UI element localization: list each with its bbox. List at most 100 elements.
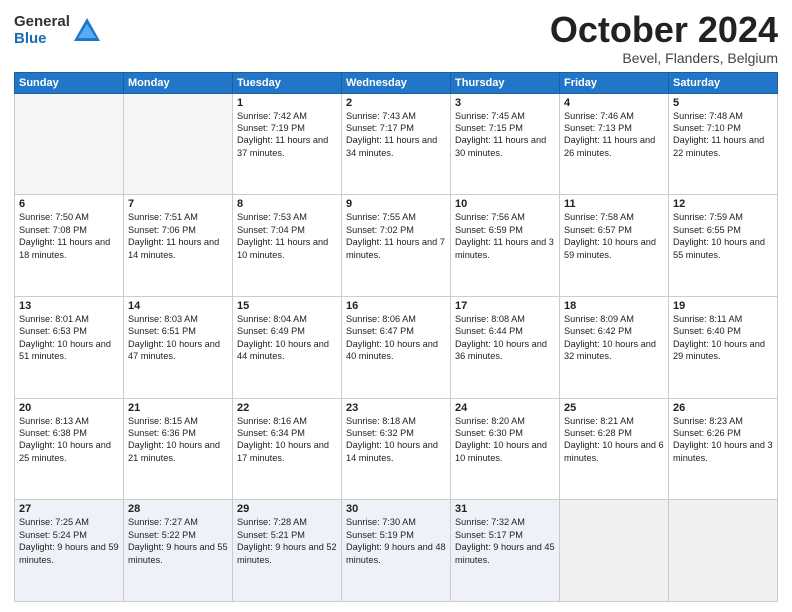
location: Bevel, Flanders, Belgium <box>550 50 778 66</box>
day-number: 31 <box>455 503 555 515</box>
day-info: Sunrise: 8:23 AMSunset: 6:26 PMDaylight:… <box>673 415 773 465</box>
calendar-day-cell: 30Sunrise: 7:30 AMSunset: 5:19 PMDayligh… <box>342 500 451 602</box>
day-info: Sunrise: 7:48 AMSunset: 7:10 PMDaylight:… <box>673 110 773 160</box>
calendar-week-row: 6Sunrise: 7:50 AMSunset: 7:08 PMDaylight… <box>15 195 778 297</box>
calendar-day-cell: 5Sunrise: 7:48 AMSunset: 7:10 PMDaylight… <box>669 93 778 195</box>
day-number: 11 <box>564 198 664 210</box>
day-info: Sunrise: 8:08 AMSunset: 6:44 PMDaylight:… <box>455 313 555 363</box>
day-number: 13 <box>19 300 119 312</box>
calendar-day-cell <box>560 500 669 602</box>
calendar-day-cell: 12Sunrise: 7:59 AMSunset: 6:55 PMDayligh… <box>669 195 778 297</box>
day-info: Sunrise: 7:58 AMSunset: 6:57 PMDaylight:… <box>564 211 664 261</box>
day-info: Sunrise: 7:46 AMSunset: 7:13 PMDaylight:… <box>564 110 664 160</box>
day-info: Sunrise: 7:43 AMSunset: 7:17 PMDaylight:… <box>346 110 446 160</box>
calendar-day-cell: 9Sunrise: 7:55 AMSunset: 7:02 PMDaylight… <box>342 195 451 297</box>
calendar-table: SundayMondayTuesdayWednesdayThursdayFrid… <box>14 72 778 602</box>
logo-blue: Blue <box>14 31 70 48</box>
day-number: 28 <box>128 503 228 515</box>
day-info: Sunrise: 8:18 AMSunset: 6:32 PMDaylight:… <box>346 415 446 465</box>
calendar-day-cell: 6Sunrise: 7:50 AMSunset: 7:08 PMDaylight… <box>15 195 124 297</box>
calendar-week-row: 27Sunrise: 7:25 AMSunset: 5:24 PMDayligh… <box>15 500 778 602</box>
day-number: 29 <box>237 503 337 515</box>
weekday-header: Thursday <box>451 72 560 93</box>
day-info: Sunrise: 7:45 AMSunset: 7:15 PMDaylight:… <box>455 110 555 160</box>
weekday-header: Friday <box>560 72 669 93</box>
calendar-day-cell: 11Sunrise: 7:58 AMSunset: 6:57 PMDayligh… <box>560 195 669 297</box>
day-number: 20 <box>19 402 119 414</box>
day-number: 17 <box>455 300 555 312</box>
day-info: Sunrise: 8:15 AMSunset: 6:36 PMDaylight:… <box>128 415 228 465</box>
day-info: Sunrise: 8:06 AMSunset: 6:47 PMDaylight:… <box>346 313 446 363</box>
page: General Blue October 2024 Bevel, Flander… <box>0 0 792 612</box>
day-info: Sunrise: 7:53 AMSunset: 7:04 PMDaylight:… <box>237 211 337 261</box>
day-number: 3 <box>455 97 555 109</box>
calendar-day-cell: 18Sunrise: 8:09 AMSunset: 6:42 PMDayligh… <box>560 296 669 398</box>
calendar-header-row: SundayMondayTuesdayWednesdayThursdayFrid… <box>15 72 778 93</box>
day-info: Sunrise: 8:21 AMSunset: 6:28 PMDaylight:… <box>564 415 664 465</box>
calendar-day-cell: 20Sunrise: 8:13 AMSunset: 6:38 PMDayligh… <box>15 398 124 500</box>
day-number: 18 <box>564 300 664 312</box>
calendar-day-cell: 8Sunrise: 7:53 AMSunset: 7:04 PMDaylight… <box>233 195 342 297</box>
weekday-header: Monday <box>124 72 233 93</box>
day-info: Sunrise: 7:30 AMSunset: 5:19 PMDaylight:… <box>346 516 446 566</box>
day-info: Sunrise: 8:16 AMSunset: 6:34 PMDaylight:… <box>237 415 337 465</box>
day-number: 14 <box>128 300 228 312</box>
day-number: 8 <box>237 198 337 210</box>
day-info: Sunrise: 7:42 AMSunset: 7:19 PMDaylight:… <box>237 110 337 160</box>
day-info: Sunrise: 8:13 AMSunset: 6:38 PMDaylight:… <box>19 415 119 465</box>
weekday-header: Sunday <box>15 72 124 93</box>
day-info: Sunrise: 7:27 AMSunset: 5:22 PMDaylight:… <box>128 516 228 566</box>
day-number: 22 <box>237 402 337 414</box>
calendar-week-row: 20Sunrise: 8:13 AMSunset: 6:38 PMDayligh… <box>15 398 778 500</box>
day-info: Sunrise: 7:59 AMSunset: 6:55 PMDaylight:… <box>673 211 773 261</box>
calendar-day-cell: 29Sunrise: 7:28 AMSunset: 5:21 PMDayligh… <box>233 500 342 602</box>
day-number: 27 <box>19 503 119 515</box>
calendar-day-cell: 21Sunrise: 8:15 AMSunset: 6:36 PMDayligh… <box>124 398 233 500</box>
day-number: 6 <box>19 198 119 210</box>
day-number: 19 <box>673 300 773 312</box>
day-info: Sunrise: 7:25 AMSunset: 5:24 PMDaylight:… <box>19 516 119 566</box>
calendar-day-cell: 19Sunrise: 8:11 AMSunset: 6:40 PMDayligh… <box>669 296 778 398</box>
day-number: 10 <box>455 198 555 210</box>
calendar-day-cell: 22Sunrise: 8:16 AMSunset: 6:34 PMDayligh… <box>233 398 342 500</box>
month-title: October 2024 <box>550 10 778 50</box>
calendar-day-cell: 16Sunrise: 8:06 AMSunset: 6:47 PMDayligh… <box>342 296 451 398</box>
day-number: 1 <box>237 97 337 109</box>
weekday-header: Saturday <box>669 72 778 93</box>
day-number: 12 <box>673 198 773 210</box>
day-number: 30 <box>346 503 446 515</box>
day-info: Sunrise: 7:55 AMSunset: 7:02 PMDaylight:… <box>346 211 446 261</box>
day-number: 2 <box>346 97 446 109</box>
calendar-day-cell <box>124 93 233 195</box>
day-info: Sunrise: 8:01 AMSunset: 6:53 PMDaylight:… <box>19 313 119 363</box>
day-number: 24 <box>455 402 555 414</box>
calendar-day-cell: 15Sunrise: 8:04 AMSunset: 6:49 PMDayligh… <box>233 296 342 398</box>
day-number: 5 <box>673 97 773 109</box>
logo-icon <box>72 16 102 46</box>
day-number: 21 <box>128 402 228 414</box>
calendar-day-cell: 1Sunrise: 7:42 AMSunset: 7:19 PMDaylight… <box>233 93 342 195</box>
day-info: Sunrise: 7:56 AMSunset: 6:59 PMDaylight:… <box>455 211 555 261</box>
calendar-week-row: 1Sunrise: 7:42 AMSunset: 7:19 PMDaylight… <box>15 93 778 195</box>
calendar-day-cell <box>15 93 124 195</box>
calendar-day-cell: 17Sunrise: 8:08 AMSunset: 6:44 PMDayligh… <box>451 296 560 398</box>
calendar-day-cell: 2Sunrise: 7:43 AMSunset: 7:17 PMDaylight… <box>342 93 451 195</box>
calendar-day-cell <box>669 500 778 602</box>
calendar-body: 1Sunrise: 7:42 AMSunset: 7:19 PMDaylight… <box>15 93 778 601</box>
day-number: 23 <box>346 402 446 414</box>
day-info: Sunrise: 8:04 AMSunset: 6:49 PMDaylight:… <box>237 313 337 363</box>
day-number: 9 <box>346 198 446 210</box>
calendar-day-cell: 7Sunrise: 7:51 AMSunset: 7:06 PMDaylight… <box>124 195 233 297</box>
calendar-day-cell: 14Sunrise: 8:03 AMSunset: 6:51 PMDayligh… <box>124 296 233 398</box>
day-number: 26 <box>673 402 773 414</box>
calendar-day-cell: 23Sunrise: 8:18 AMSunset: 6:32 PMDayligh… <box>342 398 451 500</box>
day-number: 25 <box>564 402 664 414</box>
day-number: 4 <box>564 97 664 109</box>
calendar-day-cell: 13Sunrise: 8:01 AMSunset: 6:53 PMDayligh… <box>15 296 124 398</box>
calendar-day-cell: 10Sunrise: 7:56 AMSunset: 6:59 PMDayligh… <box>451 195 560 297</box>
calendar-day-cell: 3Sunrise: 7:45 AMSunset: 7:15 PMDaylight… <box>451 93 560 195</box>
header: General Blue October 2024 Bevel, Flander… <box>14 10 778 66</box>
weekday-header: Wednesday <box>342 72 451 93</box>
calendar-day-cell: 28Sunrise: 7:27 AMSunset: 5:22 PMDayligh… <box>124 500 233 602</box>
day-info: Sunrise: 7:32 AMSunset: 5:17 PMDaylight:… <box>455 516 555 566</box>
